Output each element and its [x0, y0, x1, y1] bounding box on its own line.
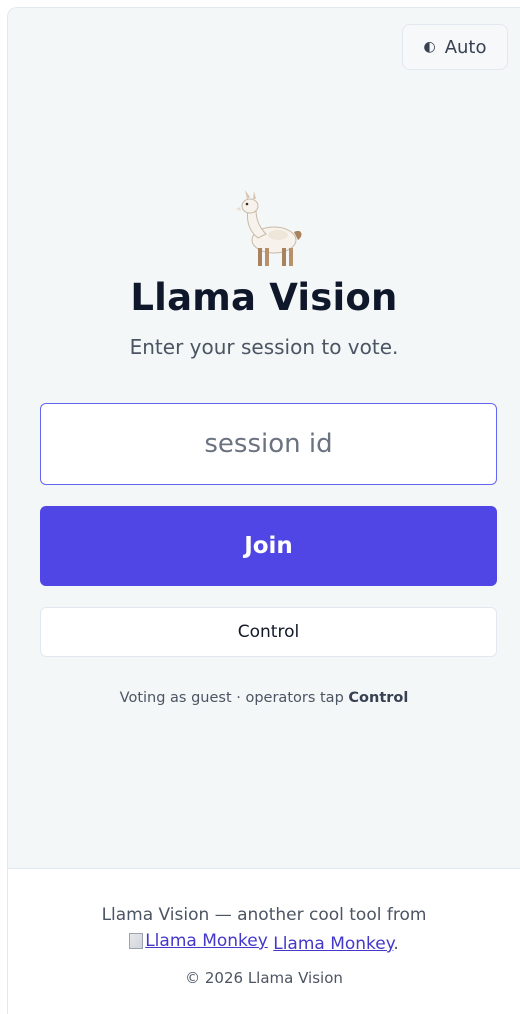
llama-monkey-link[interactable]: Llama Monkey	[273, 934, 393, 954]
app-frame: ◐ Auto Llama Vision Enter your session t…	[7, 7, 520, 1014]
footer-credit-links: Llama Monkey Llama Monkey.	[8, 931, 520, 954]
llama-icon	[236, 190, 302, 266]
theme-toggle-button[interactable]: ◐ Auto	[402, 24, 508, 70]
page-subtitle: Enter your session to vote.	[129, 335, 399, 359]
theme-toggle-label: Auto	[444, 36, 487, 58]
llama-monkey-logo-alt: Llama Monkey	[145, 931, 268, 951]
broken-image-icon	[129, 933, 144, 949]
page-title: Llama Vision	[130, 276, 398, 319]
llama-monkey-logo-link[interactable]: Llama Monkey	[129, 931, 268, 951]
control-button[interactable]: Control	[40, 607, 497, 657]
guest-note: Voting as guest · operators tap Control	[8, 690, 520, 706]
footer-credit-text: Llama Vision — another cool tool from	[101, 905, 427, 925]
footer-link-suffix: .	[393, 934, 399, 954]
session-id-input[interactable]	[40, 403, 497, 485]
footer: Llama Vision — another cool tool from Ll…	[8, 868, 520, 1014]
half-circle-contrast-icon: ◐	[423, 39, 436, 55]
guest-note-control-emphasis: Control	[348, 690, 409, 706]
join-button[interactable]: Join	[40, 506, 497, 586]
guest-note-text: Voting as guest · operators tap	[119, 690, 349, 706]
copyright: © 2026 Llama Vision	[185, 969, 343, 987]
